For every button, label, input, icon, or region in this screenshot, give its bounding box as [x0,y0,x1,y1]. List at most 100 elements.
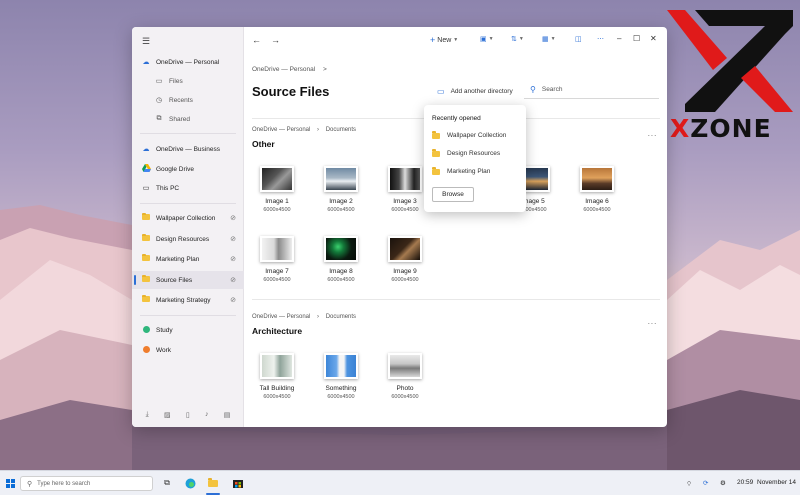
shared-icon: ⧉ [156,115,162,122]
sidebar-item-label: OneDrive — Personal [156,58,220,66]
pin-icon[interactable]: ⊘ [230,255,236,263]
recently-opened-popup: Recently opened Wallpaper Collection Des… [424,105,526,212]
recent-item[interactable]: Design Resources [432,149,500,157]
sidebar-item-this-pc[interactable]: ▭ This PC [132,179,244,197]
sidebar-tag-study[interactable]: Study [132,321,244,339]
thumbnail [324,166,358,192]
pin-icon[interactable]: ⊘ [230,214,236,222]
new-button[interactable]: + New ▼ [430,35,458,45]
section-more-button[interactable]: ··· [648,319,658,328]
file-size: 6000x4500 [263,277,291,283]
details-pane-button[interactable]: ◫ [575,35,582,43]
sidebar-divider [140,203,236,204]
more-icon: ⋯ [597,36,604,43]
sidebar-item-label: Work [156,346,172,354]
store-icon[interactable] [232,477,244,489]
windows-start-icon[interactable] [4,477,16,489]
sidebar-item-source-files[interactable]: Source Files ⊘ [132,271,244,289]
recent-item[interactable]: Wallpaper Collection [432,131,506,139]
sidebar-item-recents[interactable]: ◷ Recents [132,91,244,109]
clipboard-icon: ▣ [480,36,487,43]
add-directory-button[interactable]: ▭ Add another directory [437,87,513,96]
sidebar-item-label: Marketing Plan [156,255,200,263]
pin-icon[interactable]: ⊘ [230,235,236,243]
document-icon[interactable]: ▯ [186,411,190,419]
breadcrumb: OneDrive — Personal > [252,66,327,73]
sort-icon: ⇅ [511,36,517,43]
task-view-icon[interactable]: ⧉ [161,477,173,489]
file-tile[interactable]: Image 1 6000x4500 [252,166,302,213]
popup-heading: Recently opened [432,115,481,122]
forward-button[interactable]: → [271,35,280,45]
pin-icon[interactable]: ⊘ [230,276,236,284]
file-name: Image 7 [265,268,289,275]
folder-icon [142,212,150,220]
folder-outline-icon: ▭ [155,78,163,85]
breadcrumb-item[interactable]: OneDrive — Personal [252,66,315,73]
more-options-button[interactable]: ⋯ [597,35,604,43]
file-tile[interactable]: Image 8 6000x4500 [316,236,366,283]
wifi-icon[interactable]: ⌔ [686,479,692,488]
music-icon[interactable]: ♪ [205,411,209,419]
clock-date[interactable]: November 14 [757,479,796,486]
back-button[interactable]: ← [252,35,261,45]
sort-button[interactable]: ⇅ ▼ [511,35,524,43]
folder-icon [432,149,440,157]
search-input[interactable]: ⚲ Search [524,81,659,99]
sidebar-item-shared[interactable]: ⧉ Shared [132,110,244,128]
cloud-icon: ☁ [142,146,150,153]
sidebar-item-onedrive-personal[interactable]: ☁ OneDrive — Personal [132,53,244,71]
tag-dot-icon [142,325,150,333]
section-title: Architecture [252,326,303,336]
close-button[interactable]: ✕ [650,34,657,43]
file-size: 6000x4500 [263,207,291,213]
minimize-button[interactable]: – [617,34,621,43]
sidebar-item-label: Study [156,326,173,334]
file-tile[interactable]: Tall Building 6000x4500 [252,353,302,400]
search-icon: ⚲ [530,85,536,94]
sidebar-item-onedrive-business[interactable]: ☁ OneDrive — Business [132,140,244,158]
file-tile[interactable]: Image 2 6000x4500 [316,166,366,213]
hamburger-icon[interactable]: ☰ [142,36,150,47]
file-tile[interactable]: Image 6 6000x4500 [572,166,622,213]
sidebar-item-design-resources[interactable]: Design Resources ⊘ [132,230,244,248]
sidebar-divider [140,133,236,134]
file-tile[interactable]: Photo 6000x4500 [380,353,430,400]
sidebar-tag-work[interactable]: Work [132,341,244,359]
clipboard-button[interactable]: ▣ ▼ [480,35,494,43]
taskbar-search-input[interactable]: ⚲ Type here to search [20,476,153,491]
pin-icon[interactable]: ⊘ [230,296,236,304]
sidebar-item-files[interactable]: ▭ Files [132,72,244,90]
file-size: 6000x4500 [327,394,355,400]
view-button[interactable]: ▦ ▼ [542,35,556,43]
sidebar-item-label: Wallpaper Collection [156,214,216,222]
file-tile[interactable]: Image 3 6000x4500 [380,166,430,213]
sync-icon[interactable]: ⟳ [703,479,708,487]
sidebar-item-marketing-strategy[interactable]: Marketing Strategy ⊘ [132,291,244,309]
search-icon: ⚲ [27,480,33,488]
file-tile[interactable]: Image 7 6000x4500 [252,236,302,283]
sidebar-item-label: OneDrive — Business [156,145,220,153]
clock-time[interactable]: 20:59 [737,479,753,486]
video-icon[interactable]: ▤ [224,411,231,419]
recent-item[interactable]: Marketing Plan [432,167,490,175]
thumbnail [260,236,294,262]
xzone-logo-text: XZONE [670,114,772,143]
maximize-button[interactable]: ☐ [633,34,640,43]
file-tile[interactable]: Something 6000x4500 [316,353,366,400]
file-tile[interactable]: Image 9 6000x4500 [380,236,430,283]
sidebar-item-label: Design Resources [156,235,210,243]
sidebar-item-google-drive[interactable]: Google Drive [132,160,244,178]
image-icon[interactable]: ▨ [164,411,171,419]
file-explorer-taskbar-icon[interactable] [207,477,219,489]
file-size: 6000x4500 [327,277,355,283]
section-more-button[interactable]: ··· [648,131,658,140]
browse-button[interactable]: Browse [432,187,474,202]
settings-icon[interactable]: ⚙ [720,479,726,487]
sidebar-item-label: Shared [169,115,190,123]
download-icon[interactable]: ⤓ [146,411,149,419]
sidebar-item-marketing-plan[interactable]: Marketing Plan ⊘ [132,250,244,268]
folder-add-icon: ▭ [437,87,445,96]
edge-browser-icon[interactable] [184,477,196,489]
sidebar-item-wallpaper-collection[interactable]: Wallpaper Collection ⊘ [132,209,244,227]
